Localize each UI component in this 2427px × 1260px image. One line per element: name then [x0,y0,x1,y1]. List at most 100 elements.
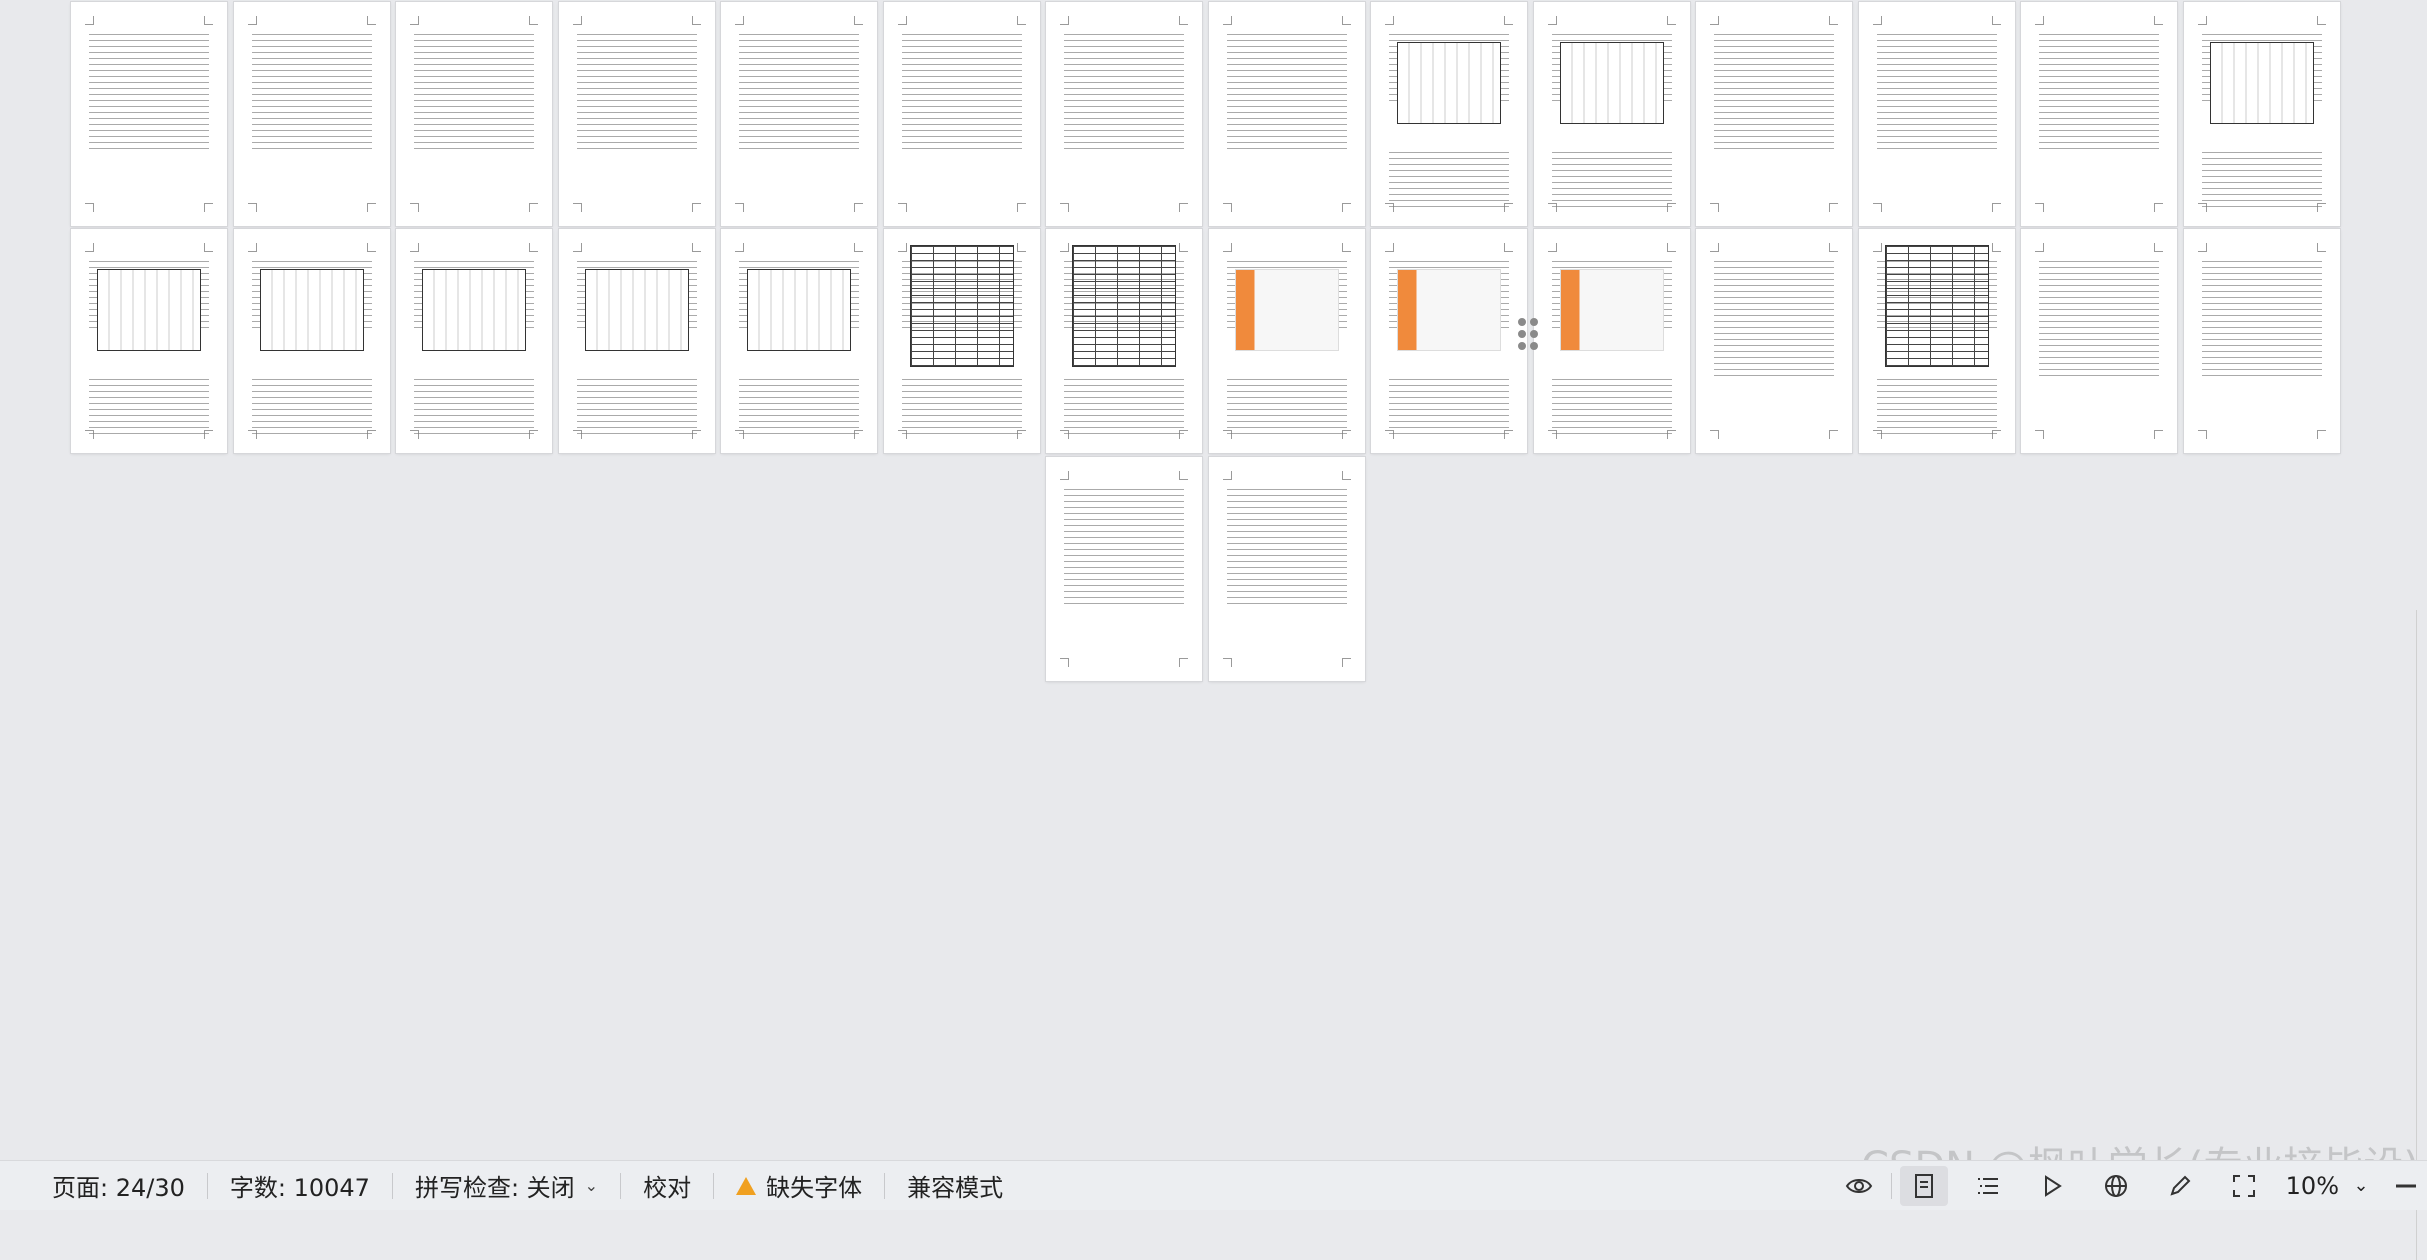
text-lines [1064,379,1184,439]
chevron-down-icon: ⌄ [584,1176,599,1195]
text-lines [1064,34,1184,154]
proofread-button[interactable]: 校对 [621,1161,713,1210]
spell-check-toggle[interactable]: 拼写检查: 关闭 ⌄ [393,1161,620,1210]
page-thumbnail[interactable] [1371,229,1527,453]
page-thumbnail[interactable] [1208,229,1365,453]
fit-page-icon[interactable] [2220,1166,2268,1206]
text-lines [2201,261,2322,381]
page-thumbnail[interactable] [233,2,390,226]
page-corner-mark [897,203,907,212]
page-corner-mark [1829,243,1838,252]
page-thumbnail[interactable] [396,2,552,226]
page-thumbnail[interactable] [1696,229,1852,453]
page-corner-mark [1504,243,1513,252]
page-thumbnail[interactable] [721,229,877,453]
page-corner-mark [1016,243,1026,252]
page-thumbnail[interactable] [233,229,390,453]
page-thumbnail[interactable] [1533,229,1690,453]
page-corner-mark [1179,16,1188,25]
document-canvas[interactable] [0,0,2427,1260]
page-corner-mark [247,203,257,212]
text-lines [89,379,209,439]
text-lines [901,379,1022,439]
pen-icon[interactable] [2156,1166,2204,1206]
figure-image [1559,42,1664,124]
page-thumbnail[interactable] [71,2,227,226]
page-thumbnail[interactable] [2183,2,2340,226]
outline-icon[interactable] [1964,1166,2012,1206]
missing-fonts-button[interactable]: 缺失字体 [714,1161,884,1210]
page-corner-mark [2154,203,2163,212]
page-corner-mark [691,16,701,25]
page-corner-mark [1179,243,1188,252]
page-thumbnail[interactable] [71,229,227,453]
minus-icon [2396,1184,2416,1187]
page-thumbnail[interactable] [883,2,1040,226]
page-thumbnail[interactable] [1208,2,1365,226]
globe-icon[interactable] [2092,1166,2140,1206]
page-corner-mark [1222,471,1232,480]
page-thumbnail[interactable] [1371,2,1527,226]
figure-image [259,269,364,351]
page-thumbnail[interactable] [883,229,1040,453]
page-thumbnail[interactable] [1858,2,2015,226]
table-figure [909,245,1014,367]
page-thumbnail[interactable] [396,229,552,453]
page-corner-mark [85,243,94,252]
page-indicator[interactable]: 页面: 24/30 [30,1161,207,1210]
text-lines [251,379,372,439]
page-thumbnail[interactable] [1533,2,1690,226]
word-count[interactable]: 字数: 10047 [208,1161,392,1210]
eye-icon[interactable] [1835,1166,1883,1206]
page-corner-mark [1666,243,1676,252]
text-lines [1064,489,1184,609]
zoom-dropdown[interactable]: ⌄ [2347,1166,2375,1206]
page-corner-mark [1504,16,1513,25]
page-thumbnail[interactable] [1046,2,1202,226]
page-corner-mark [1179,203,1188,212]
text-lines [414,379,534,439]
page-corner-mark [1060,203,1069,212]
page-corner-mark [897,16,907,25]
page-corner-mark [1222,203,1232,212]
page-thumbnail[interactable] [1858,229,2015,453]
page-thumbnail[interactable] [1208,457,1365,681]
page-view-icon[interactable] [1899,1165,1948,1206]
page-thumbnail[interactable] [558,2,715,226]
page-corner-mark [854,203,863,212]
page-corner-mark [1991,16,2001,25]
text-lines [1876,379,1997,439]
figure-image [2209,42,2314,124]
figure-image [97,269,201,351]
page-thumbnail[interactable] [558,229,715,453]
page-thumbnail[interactable] [1046,457,1202,681]
play-icon[interactable] [2028,1166,2076,1206]
page-corner-mark [2154,16,2163,25]
page-corner-mark [691,243,701,252]
table-figure [1884,245,1989,367]
drag-handle-icon[interactable] [1518,318,1540,350]
page-corner-mark [735,243,744,252]
text-lines [2039,34,2159,154]
page-thumbnail[interactable] [2021,229,2177,453]
text-lines [1226,34,1347,154]
page-thumbnail[interactable] [1696,2,1852,226]
page-corner-mark [1222,658,1232,667]
separator [1890,1172,1892,1199]
text-lines [414,34,534,154]
page-thumbnail[interactable] [721,2,877,226]
page-corner-mark [366,203,376,212]
page-corner-mark [2316,16,2326,25]
page-thumbnail[interactable] [2183,229,2340,453]
page-corner-mark [1060,243,1069,252]
page-thumbnail[interactable] [1046,229,1202,453]
page-thumbnail[interactable] [2021,2,2177,226]
page-corner-mark [2154,430,2163,439]
page-corner-mark [1385,16,1394,25]
page-corner-mark [247,243,257,252]
zoom-level[interactable]: 10% [2286,1172,2339,1200]
zoom-out-button[interactable] [2389,1166,2423,1206]
page-corner-mark [1222,16,1232,25]
page-corner-mark [247,16,257,25]
page-corner-mark [2035,16,2044,25]
